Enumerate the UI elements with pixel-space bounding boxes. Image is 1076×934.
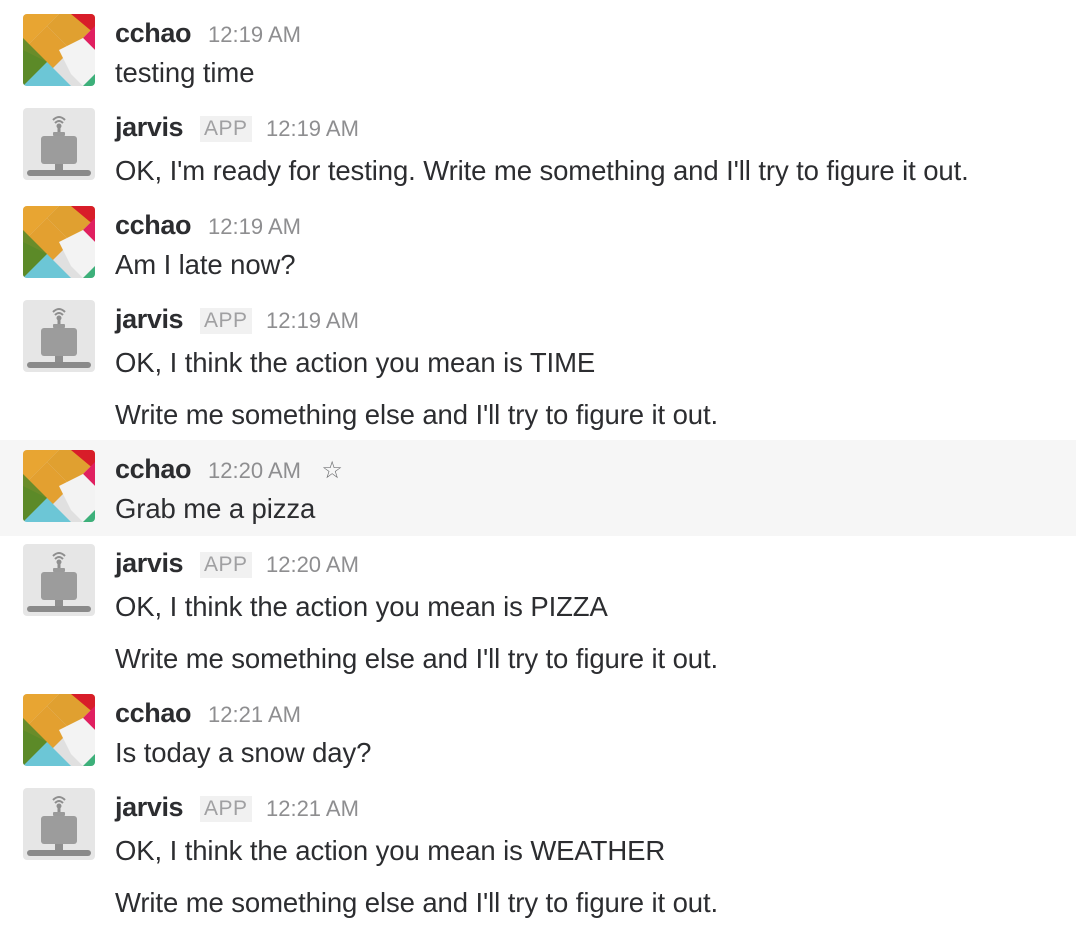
message-item[interactable]: cchao 12:21 AM Is today a snow day? [0,688,1076,784]
message-item[interactable]: jarvis APP 12:19 AM OK, I'm ready for te… [0,96,1076,192]
timestamp[interactable]: 12:19 AM [208,22,301,47]
message-text: Write me something else and I'll try to … [115,399,719,430]
message-text: Am I late now? [115,249,296,280]
username[interactable]: jarvis [115,112,184,142]
username[interactable]: jarvis [115,304,184,334]
user-avatar-icon[interactable] [23,450,95,522]
star-icon[interactable]: ☆ [321,457,343,484]
app-badge: APP [200,796,252,822]
username[interactable]: cchao [115,454,191,484]
message-text: Is today a snow day? [115,737,372,768]
message-text: testing time [115,57,255,88]
message-text: Write me something else and I'll try to … [115,887,719,918]
message-item-hovered[interactable]: cchao 12:20 AM ☆ Grab me a pizza [0,440,1076,536]
username[interactable]: jarvis [115,548,184,578]
timestamp[interactable]: 12:19 AM [266,116,359,141]
message-text: Grab me a pizza [115,493,316,524]
message-text: OK, I'm ready for testing. Write me some… [115,155,969,186]
robot-avatar-icon[interactable] [23,108,95,180]
message-text: Write me something else and I'll try to … [115,643,719,674]
app-badge: APP [200,308,252,334]
message-item[interactable]: cchao 12:19 AM testing time [0,0,1076,96]
message-item[interactable]: jarvis APP 12:19 AM OK, I think the acti… [0,288,1076,440]
timestamp[interactable]: 12:20 AM [208,458,301,483]
timestamp[interactable]: 12:20 AM [266,552,359,577]
timestamp[interactable]: 12:19 AM [266,308,359,333]
username[interactable]: cchao [115,698,191,728]
message-text: OK, I think the action you mean is TIME [115,347,596,378]
timestamp[interactable]: 12:21 AM [208,702,301,727]
username[interactable]: cchao [115,18,191,48]
timestamp[interactable]: 12:19 AM [208,214,301,239]
message-item[interactable]: cchao 12:19 AM Am I late now? [0,192,1076,288]
robot-avatar-icon[interactable] [23,544,95,616]
message-text: OK, I think the action you mean is PIZZA [115,591,608,622]
username[interactable]: cchao [115,210,191,240]
user-avatar-icon[interactable] [23,694,95,766]
user-avatar-icon[interactable] [23,14,95,86]
username[interactable]: jarvis [115,792,184,822]
message-item[interactable]: jarvis APP 12:20 AM OK, I think the acti… [0,536,1076,688]
app-badge: APP [200,116,252,142]
message-text: OK, I think the action you mean is WEATH… [115,835,666,866]
robot-avatar-icon[interactable] [23,300,95,372]
app-badge: APP [200,552,252,578]
robot-avatar-icon[interactable] [23,788,95,860]
timestamp[interactable]: 12:21 AM [266,796,359,821]
message-item[interactable]: jarvis APP 12:21 AM OK, I think the acti… [0,784,1076,934]
user-avatar-icon[interactable] [23,206,95,278]
